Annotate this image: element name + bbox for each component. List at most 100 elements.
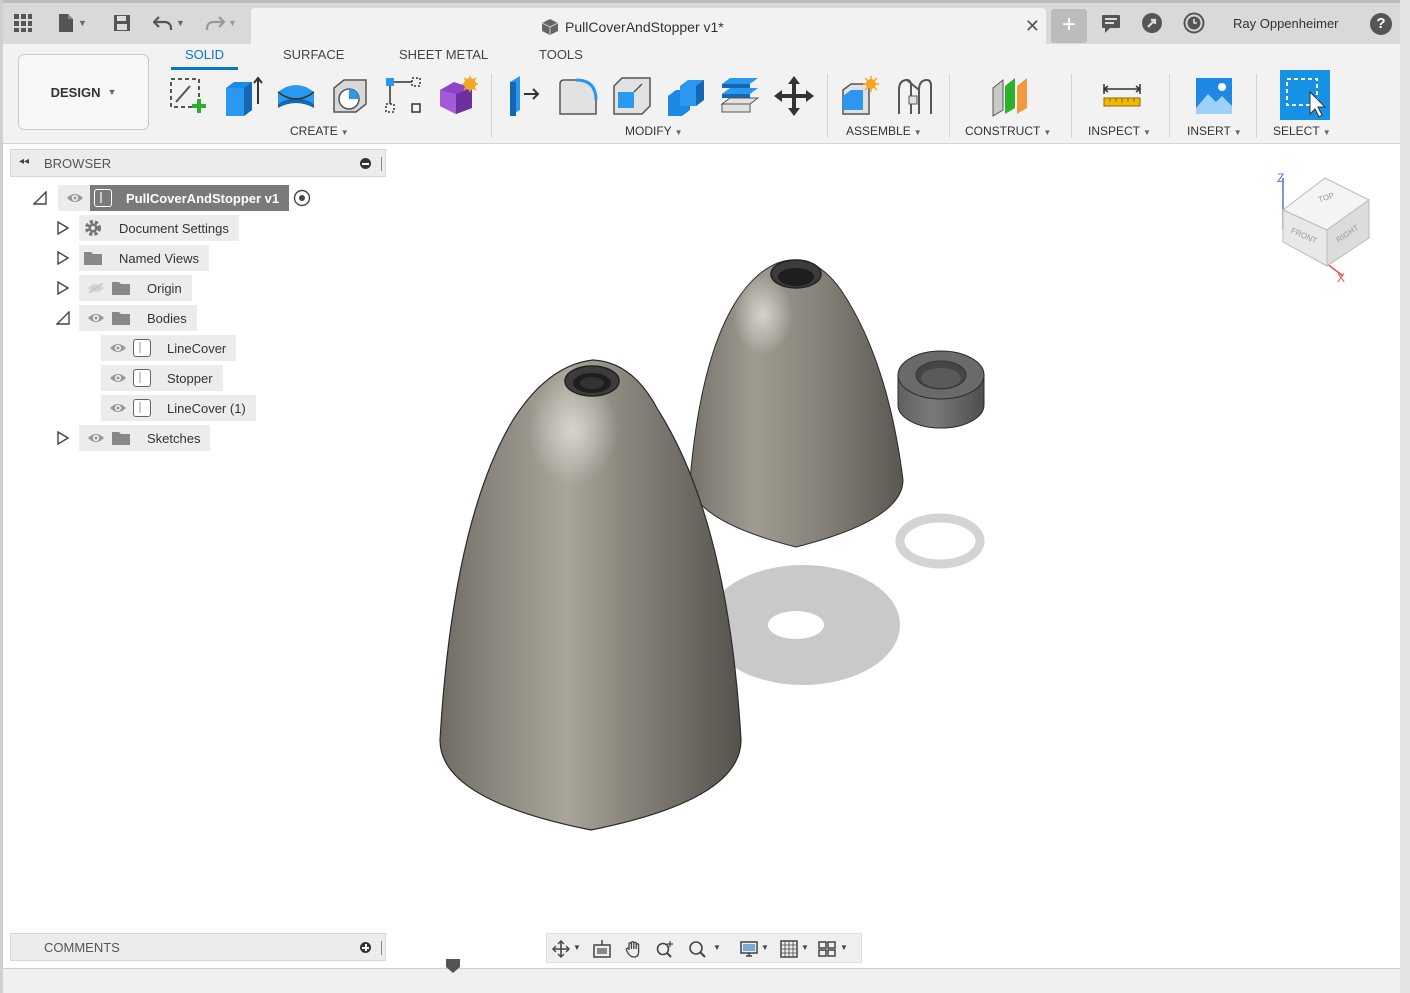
inspect-menu[interactable]: INSPECT ▼ (1088, 124, 1151, 138)
viewports-icon[interactable] (817, 939, 837, 959)
save-button[interactable] (113, 11, 131, 35)
eye-icon[interactable] (109, 342, 127, 354)
collapsed-arrow-icon[interactable] (56, 281, 70, 295)
eye-icon[interactable] (87, 432, 105, 444)
eye-icon[interactable] (109, 372, 127, 384)
chevron-down-icon[interactable]: ▼ (761, 943, 769, 952)
file-menu-button[interactable]: ▼ (57, 11, 87, 35)
workspace-switcher-button[interactable]: DESIGN ▼ (18, 54, 149, 130)
toolbar-divider (827, 74, 828, 138)
help-icon[interactable]: ? (1370, 13, 1392, 35)
offset-plane-icon[interactable] (989, 74, 1033, 118)
chevron-down-icon[interactable]: ▼ (573, 943, 581, 952)
construct-menu[interactable]: CONSTRUCT ▼ (965, 124, 1051, 138)
toolbar-divider (1256, 74, 1257, 138)
tab-tools[interactable]: TOOLS (539, 47, 583, 62)
document-tab[interactable]: PullCoverAndStopper v1* ✕ (251, 8, 1046, 47)
select-tool-icon[interactable] (1280, 70, 1330, 120)
select-menu[interactable]: SELECT ▼ (1273, 124, 1331, 138)
fusion-window: ▼ ▼ ▼ PullCoverAndStopper v1* ✕ + Ray Op… (0, 0, 1410, 993)
activate-radio-icon[interactable] (293, 189, 311, 207)
orbit-icon[interactable] (551, 939, 571, 959)
browser-item-named-views[interactable]: Named Views (79, 245, 209, 271)
select-menu-label: SELECT (1273, 124, 1320, 138)
chevron-down-icon[interactable]: ▼ (801, 943, 809, 952)
insert-image-icon[interactable] (1192, 74, 1236, 118)
zoom-icon[interactable] (655, 939, 675, 959)
browser-item-linecover-1[interactable]: LineCover (1) (101, 395, 256, 421)
chevron-down-icon: ▼ (1143, 128, 1151, 137)
browser-item-label: Stopper (167, 370, 213, 386)
browser-item-sketches[interactable]: Sketches (79, 425, 211, 451)
shell-icon[interactable] (328, 74, 372, 118)
collapsed-arrow-icon[interactable] (56, 221, 70, 235)
joint-icon[interactable] (893, 74, 937, 118)
insert-menu[interactable]: INSERT ▼ (1187, 124, 1242, 138)
browser-item-linecover[interactable]: LineCover (101, 335, 237, 361)
extrude-icon[interactable] (220, 74, 264, 118)
collapsed-arrow-icon[interactable] (56, 431, 70, 445)
view-cube[interactable]: TOP FRONT RIGHT Z X (1273, 168, 1383, 288)
new-component-icon[interactable] (839, 74, 883, 118)
redo-button[interactable]: ▼ (205, 11, 237, 35)
linecover-1-body[interactable] (689, 259, 904, 548)
pan-hand-icon[interactable] (624, 939, 644, 959)
browser-item-origin[interactable]: Origin (79, 275, 192, 301)
create-menu[interactable]: CREATE ▼ (290, 124, 349, 138)
assemble-menu-label: ASSEMBLE (846, 124, 911, 138)
panel-resize-handle[interactable] (381, 157, 382, 171)
create-sketch-icon[interactable] (166, 74, 210, 118)
eye-icon[interactable] (87, 312, 105, 324)
chevron-down-icon: ▼ (913, 128, 922, 137)
offset-face-icon[interactable] (718, 74, 762, 118)
stopper-body[interactable] (897, 350, 985, 429)
timeline-bar[interactable] (3, 959, 1400, 993)
tab-solid[interactable]: SOLID (170, 47, 239, 70)
app-grid-icon[interactable] (13, 11, 33, 35)
browser-item-bodies[interactable]: Bodies (79, 305, 197, 331)
eye-icon[interactable] (109, 402, 127, 414)
eye-icon[interactable] (66, 192, 84, 204)
create-form-icon[interactable] (436, 74, 480, 118)
timeline-marker-icon[interactable] (443, 959, 463, 975)
collapsed-arrow-icon[interactable] (56, 251, 70, 265)
chamfer-icon[interactable] (610, 74, 654, 118)
chevron-down-icon: ▼ (1322, 128, 1331, 137)
expanded-arrow-icon[interactable] (56, 311, 70, 325)
close-tab-icon[interactable]: ✕ (1025, 16, 1040, 37)
browser-item-stopper[interactable]: Stopper (101, 365, 223, 391)
chevron-down-icon[interactable]: ▼ (840, 943, 848, 952)
modify-menu[interactable]: MODIFY ▼ (625, 124, 683, 138)
job-status-icon[interactable] (1141, 12, 1163, 34)
move-copy-icon[interactable] (772, 74, 816, 118)
ribbon-toolbar: SOLID SURFACE SHEET METAL TOOLS DESIGN ▼… (3, 44, 1400, 144)
measure-icon[interactable] (1100, 74, 1144, 118)
notifications-icon[interactable] (1100, 12, 1122, 34)
history-clock-icon[interactable] (1183, 12, 1205, 34)
assemble-menu[interactable]: ASSEMBLE ▼ (846, 124, 922, 138)
grid-snaps-icon[interactable] (779, 939, 799, 959)
revolve-icon[interactable] (274, 74, 318, 118)
new-tab-button[interactable]: + (1051, 9, 1087, 43)
browser-item-document-settings[interactable]: Document Settings (79, 215, 239, 241)
fillet-icon[interactable] (556, 74, 600, 118)
press-pull-icon[interactable] (502, 74, 546, 118)
collapse-browser-icon[interactable]: ◂◂ (19, 156, 29, 167)
pattern-icon[interactable] (382, 74, 426, 118)
add-comment-icon[interactable] (360, 942, 371, 953)
tab-surface[interactable]: SURFACE (283, 47, 344, 62)
panel-resize-handle[interactable] (381, 941, 382, 955)
chevron-down-icon[interactable]: ▼ (713, 943, 721, 952)
expanded-arrow-icon[interactable] (33, 191, 47, 205)
browser-root-node[interactable]: PullCoverAndStopper v1 (58, 185, 311, 211)
combine-icon[interactable] (664, 74, 708, 118)
tab-sheet-metal[interactable]: SHEET METAL (399, 47, 488, 62)
look-at-icon[interactable] (592, 939, 612, 959)
user-account-menu[interactable]: Ray Oppenheimer (1233, 16, 1339, 31)
3d-viewport[interactable] (393, 145, 1393, 930)
fit-zoom-window-icon[interactable] (687, 939, 707, 959)
eye-hidden-icon[interactable] (87, 282, 105, 294)
undo-button[interactable]: ▼ (153, 11, 185, 35)
collapse-panel-icon[interactable] (360, 158, 371, 169)
display-settings-icon[interactable] (739, 939, 759, 959)
